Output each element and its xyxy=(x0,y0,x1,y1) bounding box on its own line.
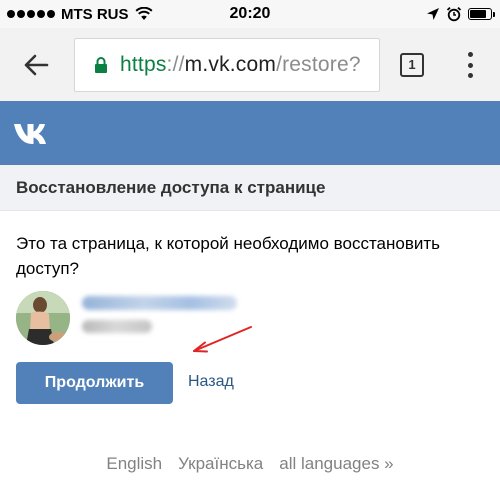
restore-question: Это та страница, к которой необходимо во… xyxy=(16,234,441,278)
battery-level xyxy=(470,10,486,18)
status-right xyxy=(426,4,495,24)
profile-info-blurred xyxy=(82,320,152,333)
address-bar[interactable]: https://m.vk.com/restore? xyxy=(74,38,380,92)
lock-icon xyxy=(95,57,107,73)
url-text: https://m.vk.com/restore? xyxy=(120,53,361,77)
vk-logo-icon[interactable] xyxy=(13,122,55,146)
profile-name-blurred xyxy=(82,296,237,310)
location-arrow-icon xyxy=(427,8,439,20)
status-bar: MTS RUS 20:20 xyxy=(0,0,500,28)
profile-photo xyxy=(16,291,70,345)
url-separator: :// xyxy=(166,53,185,76)
overflow-menu-icon[interactable] xyxy=(462,52,478,78)
back-link[interactable]: Назад xyxy=(188,373,234,391)
browser-back-button[interactable] xyxy=(21,50,51,80)
page-title-bar: Восстановление доступа к странице xyxy=(0,165,500,211)
tabs-icon[interactable]: 1 xyxy=(400,53,424,77)
continue-button[interactable]: Продолжить xyxy=(16,362,173,404)
page-title: Восстановление доступа к странице xyxy=(16,178,326,197)
avatar[interactable] xyxy=(16,291,70,345)
battery-icon xyxy=(468,8,495,20)
alarm-clock-icon xyxy=(446,6,462,22)
language-ukrainian[interactable]: Українська xyxy=(178,454,263,474)
url-host: m.vk.com xyxy=(184,53,277,76)
back-arrow-icon xyxy=(24,54,49,76)
red-arrow-annotation xyxy=(193,326,252,353)
url-path: /restore? xyxy=(276,53,361,76)
browser-toolbar: https://m.vk.com/restore? 1 xyxy=(0,28,500,101)
footer: English Українська all languages » xyxy=(0,427,500,497)
vk-header xyxy=(0,101,500,165)
language-list: English Українська all languages » xyxy=(0,454,500,474)
language-english[interactable]: English xyxy=(106,454,162,474)
url-scheme: https xyxy=(120,53,167,76)
language-all[interactable]: all languages » xyxy=(279,454,393,474)
status-time: 20:20 xyxy=(229,5,271,22)
